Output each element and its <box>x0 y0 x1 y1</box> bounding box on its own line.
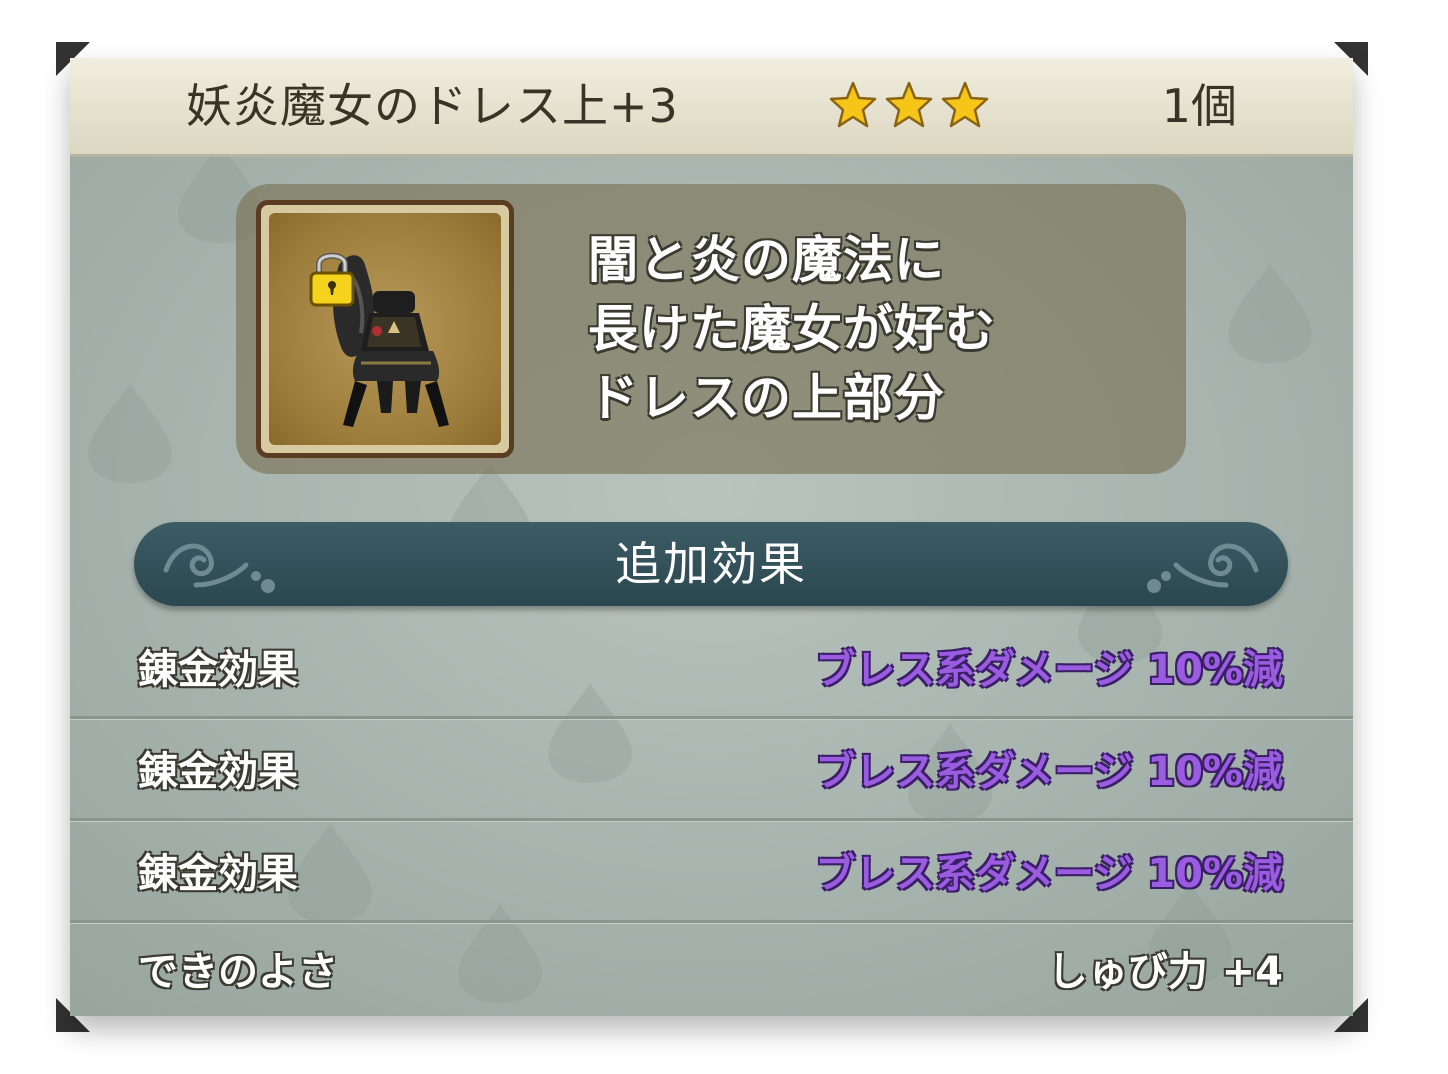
dress-top-icon <box>269 213 501 445</box>
star-icon <box>829 81 877 128</box>
item-description: 闇と炎の魔法に 長けた魔女が好む ドレスの上部分 <box>588 226 1148 433</box>
description-line: 闇と炎の魔法に <box>588 231 945 289</box>
additional-effects-banner: 追加効果 <box>134 522 1288 606</box>
description-line: ドレスの上部分 <box>588 369 945 427</box>
effect-row: 錬金効果 ブレス系ダメージ 10%減 <box>70 824 1353 924</box>
effect-row: 錬金効果 ブレス系ダメージ 10%減 <box>70 722 1353 822</box>
flourish-right-icon <box>1147 543 1259 593</box>
star-icon <box>941 81 989 128</box>
effect-value: ブレス系ダメージ 10%減 <box>815 749 1283 795</box>
item-icon-frame[interactable] <box>256 200 514 458</box>
effect-value: ブレス系ダメージ 10%減 <box>815 851 1283 897</box>
effect-label: 錬金効果 <box>138 749 298 795</box>
quality-row: できのよさ しゅび力 +4 <box>70 922 1353 1016</box>
item-detail-window: 妖炎魔女のドレス上+3 1個 闇と炎の魔法に 長けた魔女が好む ドレスの上部分 … <box>70 58 1353 1016</box>
item-name: 妖炎魔女のドレス上+3 <box>186 79 679 133</box>
star-rating <box>828 80 990 130</box>
section-title: 追加効果 <box>615 537 807 591</box>
star-icon <box>885 81 933 128</box>
description-line: 長けた魔女が好む <box>588 300 996 358</box>
row-divider <box>70 818 1353 822</box>
item-quantity: 1個 <box>1161 79 1237 133</box>
effect-label: 錬金効果 <box>138 851 298 897</box>
quality-label: できのよさ <box>138 949 338 995</box>
title-bar: 妖炎魔女のドレス上+3 1個 <box>70 58 1353 157</box>
quality-value: しゅび力 +4 <box>1047 949 1283 995</box>
effect-label: 錬金効果 <box>138 647 298 693</box>
effect-value: ブレス系ダメージ 10%減 <box>815 647 1283 693</box>
effect-row: 錬金効果 ブレス系ダメージ 10%減 <box>70 620 1353 720</box>
lock-icon <box>309 252 355 307</box>
row-divider <box>70 716 1353 720</box>
